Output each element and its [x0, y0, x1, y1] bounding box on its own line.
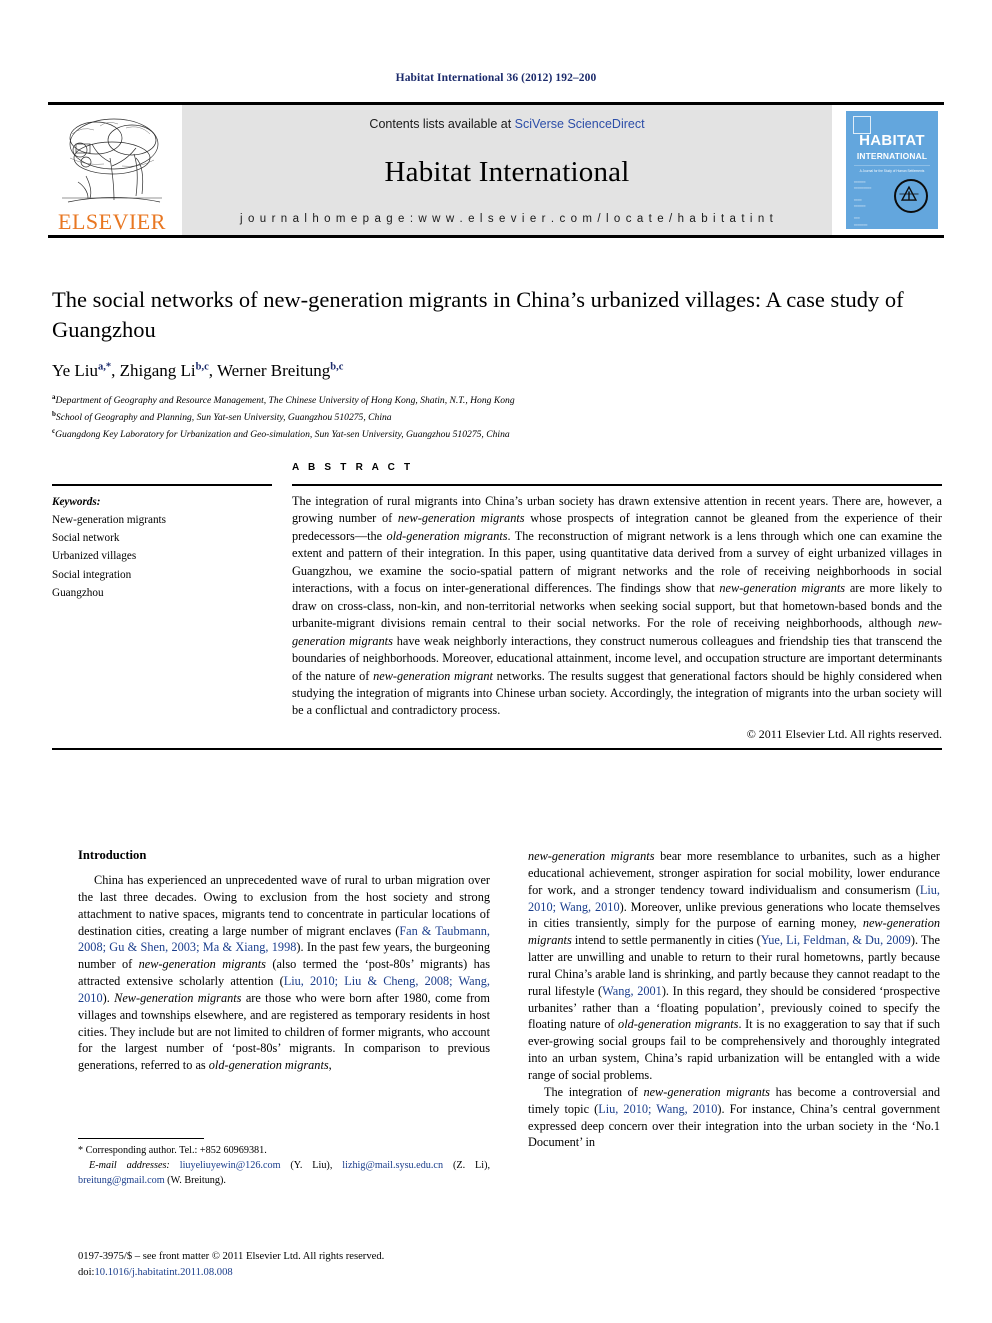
cover-filler-lines: ━━━━━━ ━━━━━━━━━ ━━━━ ━━━━━━ ━━━ ━━━━━━━: [854, 180, 872, 227]
paragraph: new-generation migrants bear more resemb…: [528, 849, 941, 1082]
colophon: 0197-3975/$ – see front matter © 2011 El…: [78, 1249, 528, 1281]
body-column-right: new-generation migrants bear more resemb…: [528, 848, 940, 1151]
article-page: Habitat International 36 (2012) 192–200: [0, 0, 992, 1323]
footnote-rule: [78, 1138, 204, 1139]
contents-lists-line: Contents lists available at SciVerse Sci…: [369, 117, 644, 131]
paragraph: The integration of new-generation migran…: [528, 1084, 941, 1150]
author-name: Werner Breitung: [216, 361, 331, 381]
affiliation-text: School of Geography and Planning, Sun Ya…: [55, 412, 392, 424]
paragraph: China has experienced an unprecedented w…: [78, 873, 490, 1073]
email-addresses-label: E-mail addresses:: [89, 1159, 170, 1171]
doi-line: doi:10.1016/j.habitatint.2011.08.008: [78, 1265, 528, 1281]
author-name: Ye Liu: [52, 361, 98, 381]
article-title: The social networks of new-generation mi…: [52, 287, 904, 342]
keywords-list: Keywords: New-generation migrants Social…: [52, 486, 272, 602]
affiliation-item: bSchool of Geography and Planning, Sun Y…: [52, 409, 942, 426]
keyword-item: Urbanized villages: [52, 550, 137, 563]
abstract-text: The integration of rural migrants into C…: [292, 494, 943, 718]
author-affil-mark: b,c: [195, 361, 209, 373]
cover-subtitle: INTERNATIONAL: [856, 151, 928, 161]
elsevier-wordmark: ELSEVIER: [58, 209, 166, 234]
doi-link[interactable]: 10.1016/j.habitatint.2011.08.008: [94, 1267, 232, 1278]
abstract-keywords-panel: Keywords: New-generation migrants Social…: [52, 462, 942, 742]
elsevier-logo: ELSEVIER: [48, 105, 176, 235]
author-name: Zhigang Li: [119, 361, 196, 381]
journal-homepage-link[interactable]: j o u r n a l h o m e p a g e : w w w . …: [240, 213, 774, 225]
author-affil-mark: a,*: [97, 361, 112, 373]
affiliation-item: cGuangdong Key Laboratory for Urbanizati…: [52, 426, 942, 443]
affiliation-text: Department of Geography and Resource Man…: [55, 395, 515, 407]
footnote-block: * Corresponding author. Tel.: +852 60969…: [78, 1138, 490, 1188]
doi-prefix: doi:: [78, 1266, 95, 1278]
affiliation-item: aDepartment of Geography and Resource Ma…: [52, 392, 942, 409]
corresponding-author-note: * Corresponding author. Tel.: +852 60969…: [78, 1145, 267, 1156]
affiliation-text: Guangdong Key Laboratory for Urbanizatio…: [55, 429, 510, 441]
keyword-item: Social integration: [52, 568, 132, 581]
cover-tagline: A Journal for the Study of Human Settlem…: [859, 169, 925, 173]
elsevier-tree-icon: [56, 114, 168, 210]
affiliation-list: aDepartment of Geography and Resource Ma…: [52, 392, 942, 443]
abstract-column: A B S T R A C T The integration of rural…: [292, 462, 942, 742]
copyright-line: © 2011 Elsevier Ltd. All rights reserved…: [746, 726, 942, 741]
sciencedirect-link[interactable]: SciVerse ScienceDirect: [515, 117, 645, 131]
journal-band: Contents lists available at SciVerse Sci…: [182, 105, 832, 235]
journal-masthead: ELSEVIER Contents lists available at Sci…: [48, 102, 944, 238]
author-list: Ye Liua,*, Zhigang Lib,c, Werner Breitun…: [52, 361, 344, 381]
keywords-column: Keywords: New-generation migrants Social…: [52, 462, 292, 742]
keywords-heading-spacer: [52, 462, 272, 484]
keyword-item: Social network: [52, 532, 120, 545]
keyword-item: New-generation migrants: [52, 514, 167, 527]
article-body: Introduction China has experienced an un…: [78, 848, 940, 1151]
section-title-introduction: Introduction: [78, 848, 147, 862]
email-addresses-note: E-mail addresses: liuyeliuyewin@126.com …: [78, 1159, 490, 1189]
journal-cover-thumbnail[interactable]: HABITAT INTERNATIONAL A Journal for the …: [840, 105, 944, 235]
keyword-item: Guangzhou: [52, 586, 104, 599]
contents-prefix: Contents lists available at: [369, 117, 515, 131]
body-column-left: Introduction China has experienced an un…: [78, 848, 490, 1151]
issn-copyright-line: 0197-3975/$ – see front matter © 2011 El…: [78, 1251, 385, 1262]
cover-title: HABITAT: [859, 132, 925, 149]
author-affil-mark: b,c: [330, 361, 344, 373]
panel-bottom-rule: [52, 748, 942, 750]
running-head: Habitat International 36 (2012) 192–200: [395, 72, 597, 84]
journal-title: Habitat International: [384, 155, 630, 188]
cover-emblem-icon: [894, 179, 928, 213]
title-block: The social networks of new-generation mi…: [52, 285, 942, 444]
keywords-label: Keywords:: [52, 496, 101, 508]
abstract-heading: A B S T R A C T: [292, 462, 414, 473]
